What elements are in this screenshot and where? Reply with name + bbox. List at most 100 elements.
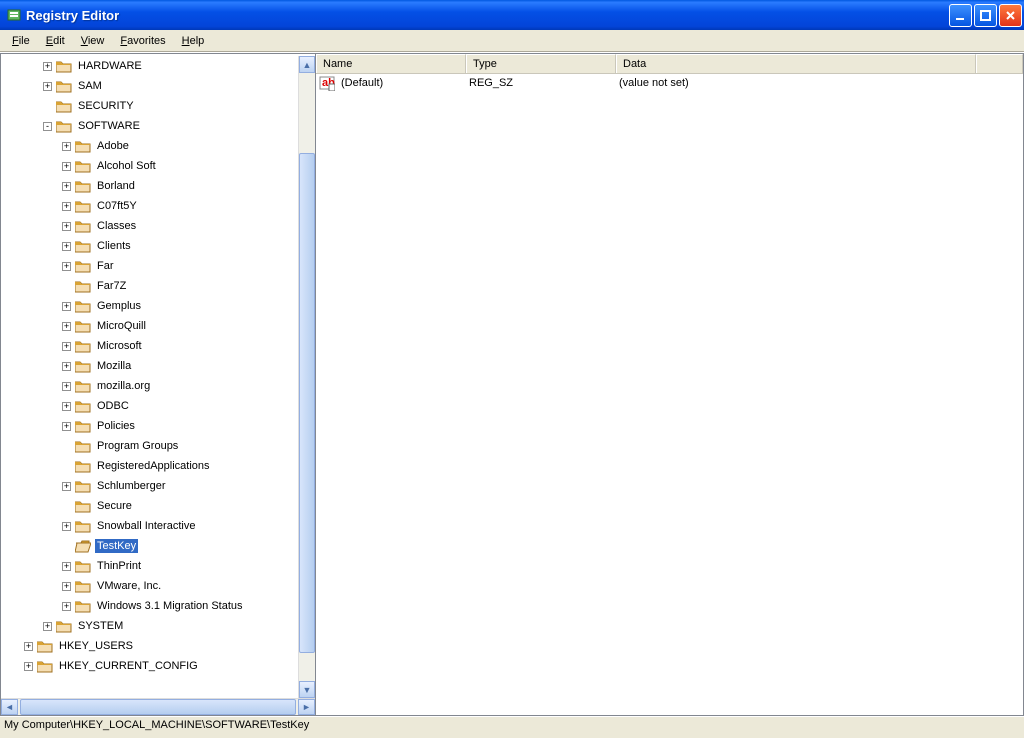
scroll-left-button[interactable]: ◄ [1, 699, 18, 715]
folder-icon [75, 340, 91, 353]
menu-edit[interactable]: Edit [38, 33, 73, 49]
vertical-scrollbar[interactable]: ▲ ▼ [298, 56, 315, 698]
expand-icon[interactable]: + [62, 602, 71, 611]
menu-file[interactable]: File [4, 33, 38, 49]
folder-icon [56, 120, 72, 133]
expand-icon[interactable]: + [62, 302, 71, 311]
expand-icon[interactable]: + [62, 422, 71, 431]
tree-item[interactable]: SECURITY [5, 96, 298, 116]
tree-item[interactable]: + SYSTEM [5, 616, 298, 636]
expand-icon[interactable]: + [62, 202, 71, 211]
scroll-right-button[interactable]: ► [298, 699, 315, 715]
tree-item[interactable]: +ODBC [5, 396, 298, 416]
expand-icon[interactable]: + [62, 402, 71, 411]
tree-item[interactable]: +Policies [5, 416, 298, 436]
registry-tree[interactable]: +HARDWARE+SAMSECURITY-SOFTWARE + Adobe +Alc… [5, 56, 298, 698]
folder-icon [75, 300, 91, 313]
tree-item[interactable]: +Far [5, 256, 298, 276]
scroll-track[interactable] [299, 73, 315, 681]
tree-item[interactable]: Program Groups [5, 436, 298, 456]
folder-icon [75, 240, 91, 253]
scroll-thumb[interactable] [299, 153, 315, 653]
app-icon [6, 7, 22, 23]
tree-item[interactable]: +HKEY_USERS [5, 636, 298, 656]
tree-item[interactable]: +VMware, Inc. [5, 576, 298, 596]
expand-icon[interactable]: + [62, 562, 71, 571]
tree-item[interactable]: TestKey [5, 536, 298, 556]
tree-item[interactable]: +Alcohol Soft [5, 156, 298, 176]
list-row[interactable]: ab(Default)REG_SZ(value not set) [316, 74, 1023, 92]
column-header-name[interactable]: Name [316, 54, 466, 73]
expand-icon[interactable]: + [62, 342, 71, 351]
expand-icon[interactable]: + [43, 62, 52, 71]
tree-item-label: Adobe [95, 139, 131, 153]
close-button[interactable] [999, 4, 1022, 27]
minimize-button[interactable] [949, 4, 972, 27]
tree-item[interactable]: +Schlumberger [5, 476, 298, 496]
tree-item[interactable]: +HARDWARE [5, 56, 298, 76]
expander-placeholder [62, 542, 71, 551]
expand-icon[interactable]: + [43, 622, 52, 631]
tree-item-label: SYSTEM [76, 619, 125, 633]
tree-item[interactable]: Far7Z [5, 276, 298, 296]
tree-item[interactable]: +SAM [5, 76, 298, 96]
expand-icon[interactable]: + [62, 582, 71, 591]
titlebar[interactable]: Registry Editor [0, 0, 1024, 30]
expander-placeholder [62, 462, 71, 471]
expand-icon[interactable]: + [62, 242, 71, 251]
tree-item[interactable]: + Classes [5, 216, 298, 236]
tree-item[interactable]: + Borland [5, 176, 298, 196]
tree-item-label: Windows 3.1 Migration Status [95, 599, 245, 613]
horizontal-scrollbar[interactable]: ◄ ► [1, 698, 315, 715]
expand-icon[interactable]: + [24, 662, 33, 671]
column-header-type[interactable]: Type [466, 54, 616, 73]
hscroll-thumb[interactable] [20, 699, 296, 715]
tree-item[interactable]: RegisteredApplications [5, 456, 298, 476]
expand-icon[interactable]: + [62, 142, 71, 151]
expand-icon[interactable]: + [62, 262, 71, 271]
folder-icon [75, 220, 91, 233]
expand-icon[interactable]: + [62, 522, 71, 531]
tree-item[interactable]: +Clients [5, 236, 298, 256]
tree-item[interactable]: +Snowball Interactive [5, 516, 298, 536]
hscroll-track[interactable] [18, 699, 298, 715]
folder-icon [75, 560, 91, 573]
tree-item[interactable]: +Mozilla [5, 356, 298, 376]
tree-item[interactable]: +Microsoft [5, 336, 298, 356]
scroll-up-button[interactable]: ▲ [299, 56, 315, 73]
folder-icon [75, 140, 91, 153]
tree-item-label: Borland [95, 179, 137, 193]
folder-icon [75, 460, 91, 473]
tree-item[interactable]: + Adobe [5, 136, 298, 156]
folder-icon [56, 60, 72, 73]
expand-icon[interactable]: + [62, 382, 71, 391]
tree-item[interactable]: +mozilla.org [5, 376, 298, 396]
tree-item[interactable]: +C07ft5Y [5, 196, 298, 216]
scroll-down-button[interactable]: ▼ [299, 681, 315, 698]
expand-icon[interactable]: + [62, 482, 71, 491]
expand-icon[interactable]: + [24, 642, 33, 651]
folder-icon [75, 260, 91, 273]
expand-icon[interactable]: + [62, 222, 71, 231]
tree-item[interactable]: Secure [5, 496, 298, 516]
expand-icon[interactable]: + [62, 182, 71, 191]
column-header-data[interactable]: Data [616, 54, 976, 73]
collapse-icon[interactable]: - [43, 122, 52, 131]
menu-view[interactable]: View [73, 33, 113, 49]
tree-item[interactable]: + Windows 3.1 Migration Status [5, 596, 298, 616]
menu-favorites[interactable]: Favorites [112, 33, 173, 49]
values-panel: Name Type Data ab(Default)REG_SZ(value n… [316, 53, 1024, 716]
tree-item[interactable]: +MicroQuill [5, 316, 298, 336]
tree-item[interactable]: -SOFTWARE [5, 116, 298, 136]
tree-item[interactable]: +ThinPrint [5, 556, 298, 576]
expand-icon[interactable]: + [43, 82, 52, 91]
tree-item[interactable]: +HKEY_CURRENT_CONFIG [5, 656, 298, 676]
maximize-button[interactable] [974, 4, 997, 27]
expand-icon[interactable]: + [62, 362, 71, 371]
tree-item-label: Classes [95, 219, 138, 233]
tree-item[interactable]: +Gemplus [5, 296, 298, 316]
values-list[interactable]: ab(Default)REG_SZ(value not set) [316, 74, 1023, 715]
expand-icon[interactable]: + [62, 162, 71, 171]
menu-help[interactable]: Help [174, 33, 213, 49]
expand-icon[interactable]: + [62, 322, 71, 331]
